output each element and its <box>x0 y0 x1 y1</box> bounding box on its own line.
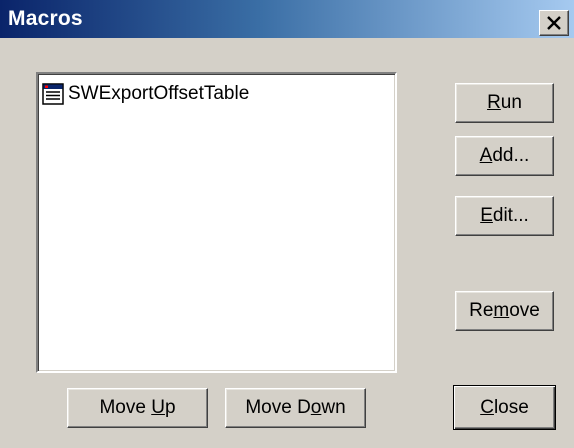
run-label-post: un <box>500 92 522 113</box>
macros-dialog: Macros SWExportOffsetTable Run A dd... E… <box>0 0 574 448</box>
move-down-label-post: wn <box>321 397 346 418</box>
close-label-post: lose <box>493 396 529 418</box>
run-button[interactable]: Run <box>455 83 554 123</box>
edit-label-post: dit... <box>492 205 529 226</box>
add-button[interactable]: Add... <box>455 136 554 176</box>
close-button[interactable]: Close <box>453 385 556 430</box>
edit-button[interactable]: Edit... <box>455 196 554 236</box>
list-item[interactable]: SWExportOffsetTable <box>42 82 249 106</box>
add-label-post: dd... <box>492 145 530 166</box>
move-down-label-mnemonic: o <box>310 397 322 418</box>
move-down-label-pre: Move D <box>245 397 311 418</box>
move-up-button[interactable]: Move Up <box>67 388 208 428</box>
title-bar[interactable]: Macros <box>0 0 574 38</box>
close-window-button[interactable] <box>539 10 569 36</box>
remove-button[interactable]: Re m ove <box>455 291 554 331</box>
macro-icon <box>42 83 64 105</box>
macro-list[interactable]: SWExportOffsetTable <box>36 72 397 373</box>
remove-label-mnemonic: m <box>493 300 510 321</box>
move-up-label-pre: Move <box>99 397 152 418</box>
move-up-label-post: p <box>164 397 176 418</box>
move-up-label-mnemonic: U <box>151 397 165 418</box>
close-icon <box>547 16 561 30</box>
run-label-mnemonic: R <box>487 92 501 113</box>
remove-label-pre: Re <box>469 300 494 321</box>
edit-label-mnemonic: E <box>480 205 493 226</box>
move-down-button[interactable]: Move Do wn <box>225 388 366 428</box>
close-label-mnemonic: C <box>480 396 494 418</box>
remove-label-post: ove <box>509 300 540 321</box>
add-label-mnemonic: A <box>479 145 493 166</box>
list-item-label: SWExportOffsetTable <box>68 83 250 104</box>
window-title: Macros <box>8 7 83 30</box>
